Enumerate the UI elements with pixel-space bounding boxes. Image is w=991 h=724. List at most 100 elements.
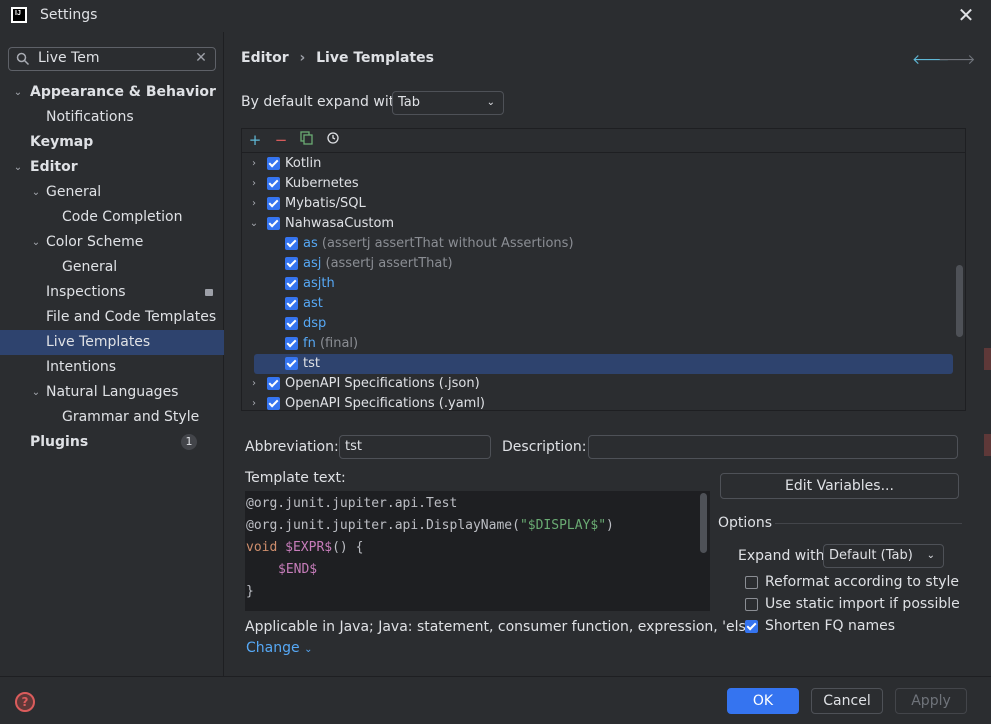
- breadcrumb-current: Live Templates: [316, 50, 434, 66]
- group-name: Kotlin: [285, 156, 322, 171]
- template-abbr: asj: [303, 256, 322, 271]
- template-group-row[interactable]: › OpenAPI Specifications (.yaml): [242, 394, 952, 410]
- chevron-right-icon[interactable]: ›: [249, 394, 259, 410]
- template-checkbox[interactable]: [285, 297, 298, 310]
- sidebar-item-plugins[interactable]: Plugins: [30, 430, 88, 455]
- template-text-editor[interactable]: @org.junit.jupiter.api.Test @org.junit.j…: [245, 491, 710, 611]
- template-row-selected[interactable]: tst: [254, 354, 953, 374]
- shorten-fq-checkbox[interactable]: [745, 620, 758, 633]
- forward-arrow-icon[interactable]: 🡒: [938, 51, 976, 68]
- reformat-checkbox[interactable]: [745, 576, 758, 589]
- edit-variables-button[interactable]: Edit Variables...: [720, 473, 959, 499]
- group-checkbox[interactable]: [267, 377, 280, 390]
- add-icon[interactable]: +: [246, 131, 264, 149]
- template-abbr: dsp: [303, 316, 327, 331]
- code-line-text: () {: [332, 540, 364, 555]
- template-checkbox[interactable]: [285, 277, 298, 290]
- group-name: NahwasaCustom: [285, 216, 395, 231]
- template-abbr: as: [303, 236, 318, 251]
- template-row[interactable]: dsp: [242, 314, 952, 334]
- templates-scrollbar[interactable]: [956, 265, 963, 337]
- chevron-down-icon[interactable]: ⌄: [249, 214, 259, 234]
- apply-button[interactable]: Apply: [895, 688, 967, 714]
- template-abbr: asjth: [303, 276, 335, 291]
- template-checkbox[interactable]: [285, 337, 298, 350]
- template-group-row[interactable]: › Kubernetes: [242, 174, 952, 194]
- group-checkbox[interactable]: [267, 177, 280, 190]
- code-line: }: [246, 581, 254, 603]
- template-checkbox[interactable]: [285, 357, 298, 370]
- sidebar-item-live-templates[interactable]: Live Templates: [46, 330, 150, 355]
- breadcrumb-parent[interactable]: Editor: [241, 50, 289, 66]
- group-checkbox[interactable]: [267, 197, 280, 210]
- group-name: Kubernetes: [285, 176, 359, 191]
- group-checkbox[interactable]: [267, 397, 280, 410]
- change-link[interactable]: Change ⌄: [246, 640, 312, 656]
- template-checkbox[interactable]: [285, 257, 298, 270]
- sidebar-item-code-completion[interactable]: Code Completion: [62, 205, 182, 230]
- code-string: "$DISPLAY$": [519, 518, 607, 533]
- expand-with-value: Tab: [398, 95, 421, 110]
- sidebar-item-color-scheme-general[interactable]: General: [62, 255, 117, 280]
- template-row[interactable]: ast: [242, 294, 952, 314]
- template-row[interactable]: asj (assertj assertThat): [242, 254, 952, 274]
- expand-with-select[interactable]: Tab ⌄: [392, 91, 504, 115]
- template-group-row[interactable]: ⌄ NahwasaCustom: [242, 214, 952, 234]
- sidebar-item-natural-languages[interactable]: Natural Languages: [46, 380, 178, 405]
- chevron-down-icon: ⌄: [486, 97, 495, 108]
- template-row[interactable]: fn (final): [242, 334, 952, 354]
- chevron-down-icon[interactable]: ⌄: [12, 155, 24, 180]
- title-bar: [0, 0, 991, 32]
- group-checkbox[interactable]: [267, 157, 280, 170]
- group-checkbox[interactable]: [267, 217, 280, 230]
- remove-icon[interactable]: −: [272, 131, 290, 149]
- code-line-text: }: [246, 584, 254, 599]
- template-group-row[interactable]: › Mybatis/SQL: [242, 194, 952, 214]
- sidebar-item-grammar-style[interactable]: Grammar and Style: [62, 405, 199, 430]
- code-variable: $EXPR$: [285, 540, 333, 555]
- sidebar-item-keymap[interactable]: Keymap: [30, 130, 93, 155]
- sidebar-item-notifications[interactable]: Notifications: [46, 105, 134, 130]
- abbreviation-field[interactable]: tst: [339, 435, 491, 459]
- help-icon[interactable]: ?: [15, 692, 35, 712]
- template-group-row[interactable]: › Kotlin: [242, 154, 952, 174]
- editor-scrollbar[interactable]: [700, 493, 707, 553]
- sidebar-item-inspections[interactable]: Inspections: [46, 280, 126, 305]
- template-desc: (assertj assertThat without Assertions): [321, 236, 574, 251]
- chevron-down-icon[interactable]: ⌄: [12, 80, 24, 105]
- group-name: Mybatis/SQL: [285, 196, 366, 211]
- chevron-right-icon[interactable]: ›: [249, 174, 259, 194]
- copy-icon[interactable]: [298, 131, 316, 149]
- chevron-down-icon[interactable]: ⌄: [30, 180, 42, 205]
- clear-icon[interactable]: ✕: [194, 50, 208, 66]
- restore-defaults-icon[interactable]: [324, 131, 342, 149]
- template-group-row[interactable]: › OpenAPI Specifications (.json): [242, 374, 952, 394]
- ok-button[interactable]: OK: [727, 688, 799, 714]
- template-checkbox[interactable]: [285, 317, 298, 330]
- group-name: OpenAPI Specifications (.yaml): [285, 396, 486, 410]
- sidebar-item-color-scheme[interactable]: Color Scheme: [46, 230, 143, 255]
- static-import-checkbox[interactable]: [745, 598, 758, 611]
- description-field[interactable]: [588, 435, 958, 459]
- sidebar-item-appearance-behavior[interactable]: Appearance & Behavior: [30, 80, 216, 105]
- breadcrumb: Editor › Live Templates: [241, 50, 434, 66]
- template-checkbox[interactable]: [285, 237, 298, 250]
- expand-with-option-select[interactable]: Default (Tab) ⌄: [823, 544, 944, 568]
- sidebar-item-file-code-templates[interactable]: File and Code Templates: [46, 305, 216, 330]
- search-value: Live Tem: [38, 50, 100, 66]
- cancel-button[interactable]: Cancel: [811, 688, 883, 714]
- sidebar-item-intentions[interactable]: Intentions: [46, 355, 116, 380]
- chevron-down-icon[interactable]: ⌄: [30, 230, 42, 255]
- sidebar-item-editor[interactable]: Editor: [30, 155, 78, 180]
- options-title: Options: [718, 515, 773, 531]
- template-row[interactable]: as (assertj assertThat without Assertion…: [242, 234, 952, 254]
- chevron-right-icon[interactable]: ›: [249, 154, 259, 174]
- breadcrumb-separator: ›: [299, 50, 306, 66]
- close-icon[interactable]: ✕: [955, 4, 977, 26]
- template-row[interactable]: asjth: [242, 274, 952, 294]
- reformat-label: Reformat according to style: [765, 574, 959, 590]
- sidebar-item-general[interactable]: General: [46, 180, 101, 205]
- chevron-right-icon[interactable]: ›: [249, 194, 259, 214]
- chevron-down-icon[interactable]: ⌄: [30, 380, 42, 405]
- chevron-right-icon[interactable]: ›: [249, 374, 259, 394]
